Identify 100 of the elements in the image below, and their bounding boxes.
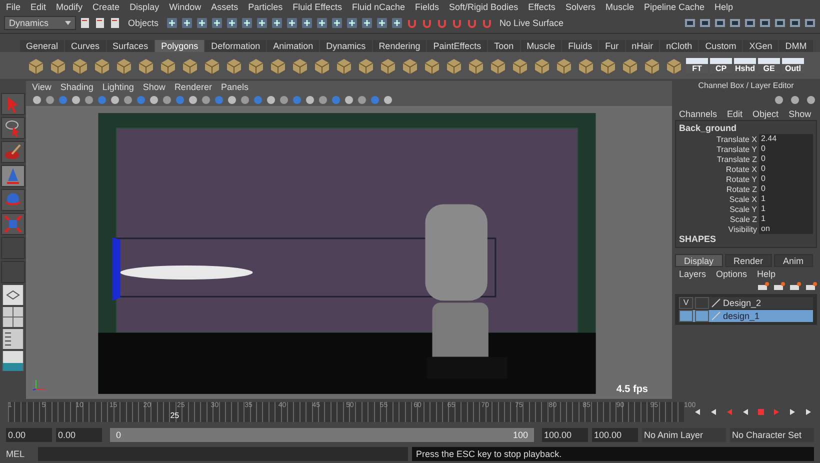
shading-icon[interactable] (331, 94, 341, 105)
shading-icon[interactable] (149, 94, 159, 105)
end-time-field[interactable]: 100.00 (592, 428, 638, 442)
shelf-tab[interactable]: nCloth (660, 40, 698, 52)
magnet-icon[interactable] (436, 17, 448, 30)
visibility-toggle[interactable]: V (679, 297, 693, 310)
shelf-tab[interactable]: Polygons (155, 40, 204, 52)
command-language-label[interactable]: MEL (6, 449, 34, 460)
live-surface-label[interactable]: No Live Surface (496, 18, 568, 28)
visibility-toggle[interactable] (679, 310, 693, 322)
attribute-field[interactable]: 1 (759, 214, 813, 224)
menu-item[interactable]: Assets (211, 2, 238, 12)
channel-menu-item[interactable]: Object (752, 108, 779, 119)
panel-menu-item[interactable]: Panels (220, 82, 248, 92)
scale-icon[interactable] (1, 213, 25, 236)
shading-icon[interactable] (136, 94, 146, 105)
shading-icon[interactable] (188, 94, 198, 105)
menu-item[interactable]: Create (92, 2, 120, 12)
magnet-icon[interactable] (480, 17, 493, 30)
panel-menu-item[interactable]: Show (142, 82, 166, 92)
panel-menu-item[interactable]: Renderer (174, 82, 212, 92)
attribute-field[interactable]: 0 (759, 184, 813, 194)
menu-item[interactable]: Help (714, 2, 734, 12)
render-icon[interactable] (774, 17, 786, 30)
menu-item[interactable]: Fields (415, 2, 440, 12)
shading-icon[interactable] (162, 94, 172, 105)
shading-icon[interactable] (357, 94, 367, 105)
menu-item[interactable]: Edit (30, 2, 46, 12)
shading-icon[interactable] (266, 94, 276, 105)
layout-icon[interactable] (2, 285, 24, 306)
layer-tab[interactable]: Render (724, 254, 772, 268)
shading-icon[interactable] (84, 94, 94, 105)
range-end-field[interactable]: 100.00 (542, 428, 588, 442)
range-slider[interactable]: 0 100 (110, 428, 534, 442)
shelf-tab[interactable]: Dynamics (320, 40, 372, 52)
menu-item[interactable]: Effects (528, 2, 556, 12)
template-toggle[interactable] (695, 297, 709, 310)
shading-icon[interactable] (175, 94, 185, 105)
shading-icon[interactable] (58, 94, 68, 105)
render-icon[interactable] (729, 17, 741, 30)
menu-item[interactable]: Fluid nCache (352, 2, 406, 12)
shelf-button[interactable]: FT (686, 58, 708, 74)
attribute-field[interactable]: 1 (759, 194, 813, 204)
shading-icon[interactable] (292, 94, 302, 105)
shading-icon[interactable] (279, 94, 289, 105)
layout-icon[interactable] (2, 351, 24, 372)
render-icon[interactable] (684, 17, 696, 30)
attribute-field[interactable]: 0 (759, 154, 813, 164)
layer-tab[interactable]: Anim (774, 254, 813, 268)
anim-layer-dropdown[interactable]: No Anim Layer (642, 428, 726, 442)
command-input[interactable] (38, 447, 408, 462)
file-icon[interactable] (94, 17, 106, 30)
shelf-tab[interactable]: PaintEffects (427, 40, 488, 52)
menu-item[interactable]: Display (130, 2, 160, 12)
menu-item[interactable]: Solvers (565, 2, 596, 12)
menu-item[interactable]: Pipeline Cache (644, 2, 705, 12)
channel-menu-item[interactable]: Edit (727, 108, 743, 119)
attribute-field[interactable]: 0 (759, 164, 813, 174)
template-toggle[interactable] (695, 310, 709, 322)
start-time-field[interactable]: 0.00 (6, 428, 52, 442)
channel-menu-item[interactable]: Show (788, 108, 812, 119)
shelf-tab[interactable]: Animation (267, 40, 320, 52)
shading-icon[interactable] (383, 94, 393, 105)
shelf-tab[interactable]: Surfaces (106, 40, 154, 52)
attribute-field[interactable]: 0 (759, 144, 813, 154)
shelf-tab[interactable]: DMM (779, 40, 813, 52)
channel-menu-item[interactable]: Channels (679, 108, 718, 119)
magnet-icon[interactable] (420, 17, 433, 30)
menu-item[interactable]: Muscle (605, 2, 634, 12)
shelf-button[interactable]: GE (758, 58, 780, 74)
shelf-button[interactable]: Hshd (734, 58, 756, 74)
shading-icon[interactable] (240, 94, 250, 105)
shading-icon[interactable] (370, 94, 380, 105)
menu-item[interactable]: Particles (248, 2, 283, 12)
render-icon[interactable] (789, 17, 801, 30)
shelf-tab[interactable]: Custom (699, 40, 742, 52)
character-set-dropdown[interactable]: No Character Set (730, 428, 814, 442)
shading-icon[interactable] (253, 94, 263, 105)
shading-icon[interactable] (123, 94, 133, 105)
shelf-tab[interactable]: Fluids (562, 40, 598, 52)
render-icon[interactable] (714, 17, 726, 30)
menu-item[interactable]: Fluid Effects (292, 2, 342, 12)
render-icon[interactable] (699, 17, 711, 30)
magnet-icon[interactable] (450, 17, 463, 30)
shading-icon[interactable] (214, 94, 224, 105)
render-icon[interactable] (744, 17, 756, 30)
grid-icon[interactable] (2, 307, 24, 328)
shelf-tab[interactable]: Fur (599, 40, 625, 52)
panel-menu-item[interactable]: Lighting (102, 82, 134, 92)
magnet-icon[interactable] (466, 17, 478, 30)
shading-icon[interactable] (305, 94, 315, 105)
shelf-button[interactable]: Outl (782, 58, 804, 74)
attribute-field[interactable]: on (759, 224, 813, 234)
shading-icon[interactable] (110, 94, 120, 105)
shelf-tab[interactable]: Rendering (372, 40, 426, 52)
shading-icon[interactable] (318, 94, 328, 105)
render-icon[interactable] (804, 17, 816, 30)
attribute-field[interactable]: 0 (759, 174, 813, 184)
shading-icon[interactable] (344, 94, 354, 105)
shelf-tab[interactable]: nHair (626, 40, 660, 52)
